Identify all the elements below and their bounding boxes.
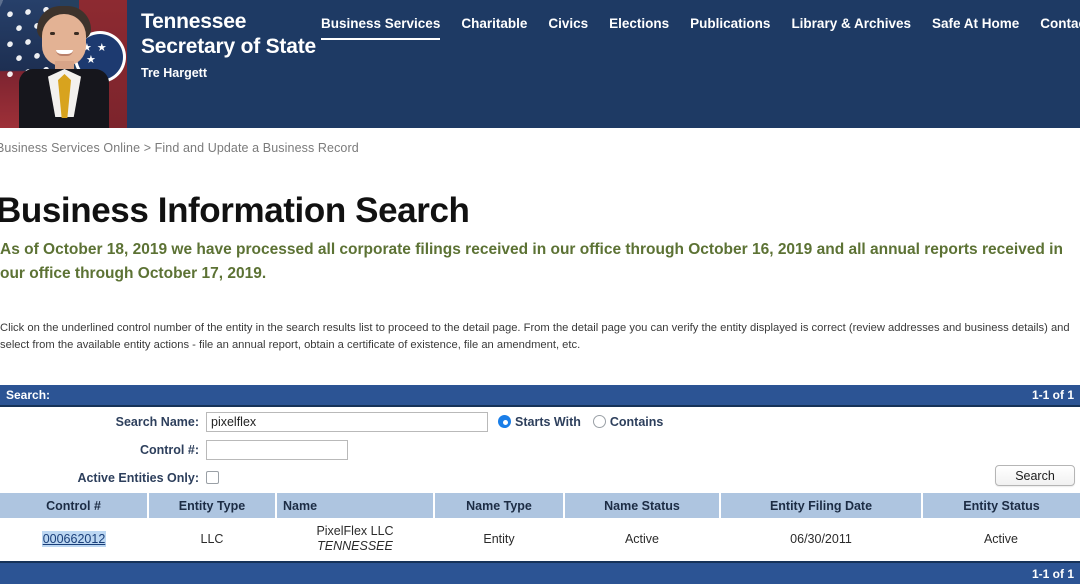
cell-entity-status: Active (983, 532, 1019, 547)
breadcrumb[interactable]: Business Services Online > Find and Upda… (0, 141, 359, 155)
search-name-input[interactable] (206, 411, 488, 432)
nav-item-civics[interactable]: Civics (548, 16, 588, 38)
processing-notice: As of October 18, 2019 we have processed… (0, 241, 1063, 282)
cell-control-number: 000662012 (0, 518, 148, 561)
search-form: Search Name: Starts With Contains Contro… (0, 410, 1080, 490)
column-header-control-number[interactable]: Control # (0, 493, 149, 518)
column-header-entity-type[interactable]: Entity Type (148, 493, 277, 518)
nav-item-publications[interactable]: Publications (690, 16, 770, 38)
control-number-label: Control #: (139, 442, 199, 457)
search-panel-header: Search: 1-1 of 1 (0, 385, 1080, 407)
radio-starts-with[interactable] (498, 415, 511, 428)
search-panel-title: Search: (6, 388, 51, 402)
results-footer-bar: 1-1 of 1 (0, 561, 1080, 584)
search-name-label: Search Name: (115, 414, 199, 429)
cell-name-status: Active (624, 532, 660, 547)
control-number-input[interactable] (206, 439, 348, 460)
active-entities-checkbox[interactable] (206, 471, 219, 484)
column-header-name[interactable]: Name (276, 493, 435, 518)
cell-entity-filing-date: 06/30/2011 (790, 532, 852, 547)
entity-jurisdiction: TENNESSEE (317, 539, 393, 554)
radio-contains-label[interactable]: Contains (610, 415, 663, 429)
column-header-name-type[interactable]: Name Type (434, 493, 565, 518)
nav-item-contact-us[interactable]: Contact Us (1040, 16, 1080, 38)
nav-item-safe-at-home[interactable]: Safe At Home (932, 16, 1019, 38)
table-header-row: Control # Entity Type Name Name Type Nam… (0, 493, 1080, 518)
cell-name-type: Entity (483, 532, 515, 547)
column-header-name-status[interactable]: Name Status (564, 493, 721, 518)
radio-contains[interactable] (592, 415, 606, 428)
search-name-row: Search Name: Starts With Contains (0, 410, 1080, 433)
radio-starts-with-label[interactable]: Starts With (515, 415, 581, 429)
active-entities-row: Active Entities Only: (0, 466, 1080, 489)
brand-subtitle: Tre Hargett (141, 66, 207, 80)
page-title: Business Information Search (0, 191, 470, 231)
footer-result-count: 1-1 of 1 (1031, 566, 1074, 581)
column-header-entity-filing-date[interactable]: Entity Filing Date (720, 493, 923, 518)
active-entities-label: Active Entities Only: (77, 470, 199, 485)
results-table-container: Control # Entity Type Name Name Type Nam… (0, 493, 1080, 562)
control-number-row: Control #: (0, 438, 1080, 461)
control-number-link[interactable]: 000662012 (41, 531, 107, 548)
entity-name: PixelFlex LLC (316, 524, 394, 539)
search-button[interactable]: Search (995, 465, 1075, 486)
brand-block[interactable]: Tennessee Secretary of State Tre Hargett (127, 0, 317, 128)
page-root: Tennessee Secretary of State Tre Hargett… (0, 0, 1080, 584)
avatar (0, 0, 127, 128)
brand-title: Tennessee Secretary of State (141, 10, 316, 58)
nav-item-business-services[interactable]: Business Services (321, 16, 441, 40)
instructions-text: Click on the underlined control number o… (0, 322, 1070, 351)
cell-entity-type: LLC (200, 532, 224, 547)
match-mode-radio-group: Starts With Contains (498, 415, 671, 429)
table-row: 000662012 LLC PixelFlex LLC TENNESSEE En… (0, 518, 1080, 561)
nav-item-elections[interactable]: Elections (609, 16, 669, 38)
column-header-entity-status[interactable]: Entity Status (922, 493, 1080, 518)
nav-item-library-archives[interactable]: Library & Archives (791, 16, 911, 38)
portrait-figure (17, 6, 111, 128)
search-panel-result-count: 1-1 of 1 (1031, 388, 1074, 402)
cell-name: PixelFlex LLC TENNESSEE (276, 518, 434, 561)
main-navigation: Business Services Charitable Civics Elec… (317, 0, 1080, 128)
nav-item-charitable[interactable]: Charitable (461, 16, 527, 38)
site-header: Tennessee Secretary of State Tre Hargett… (0, 0, 1080, 128)
results-table: Control # Entity Type Name Name Type Nam… (0, 493, 1080, 562)
